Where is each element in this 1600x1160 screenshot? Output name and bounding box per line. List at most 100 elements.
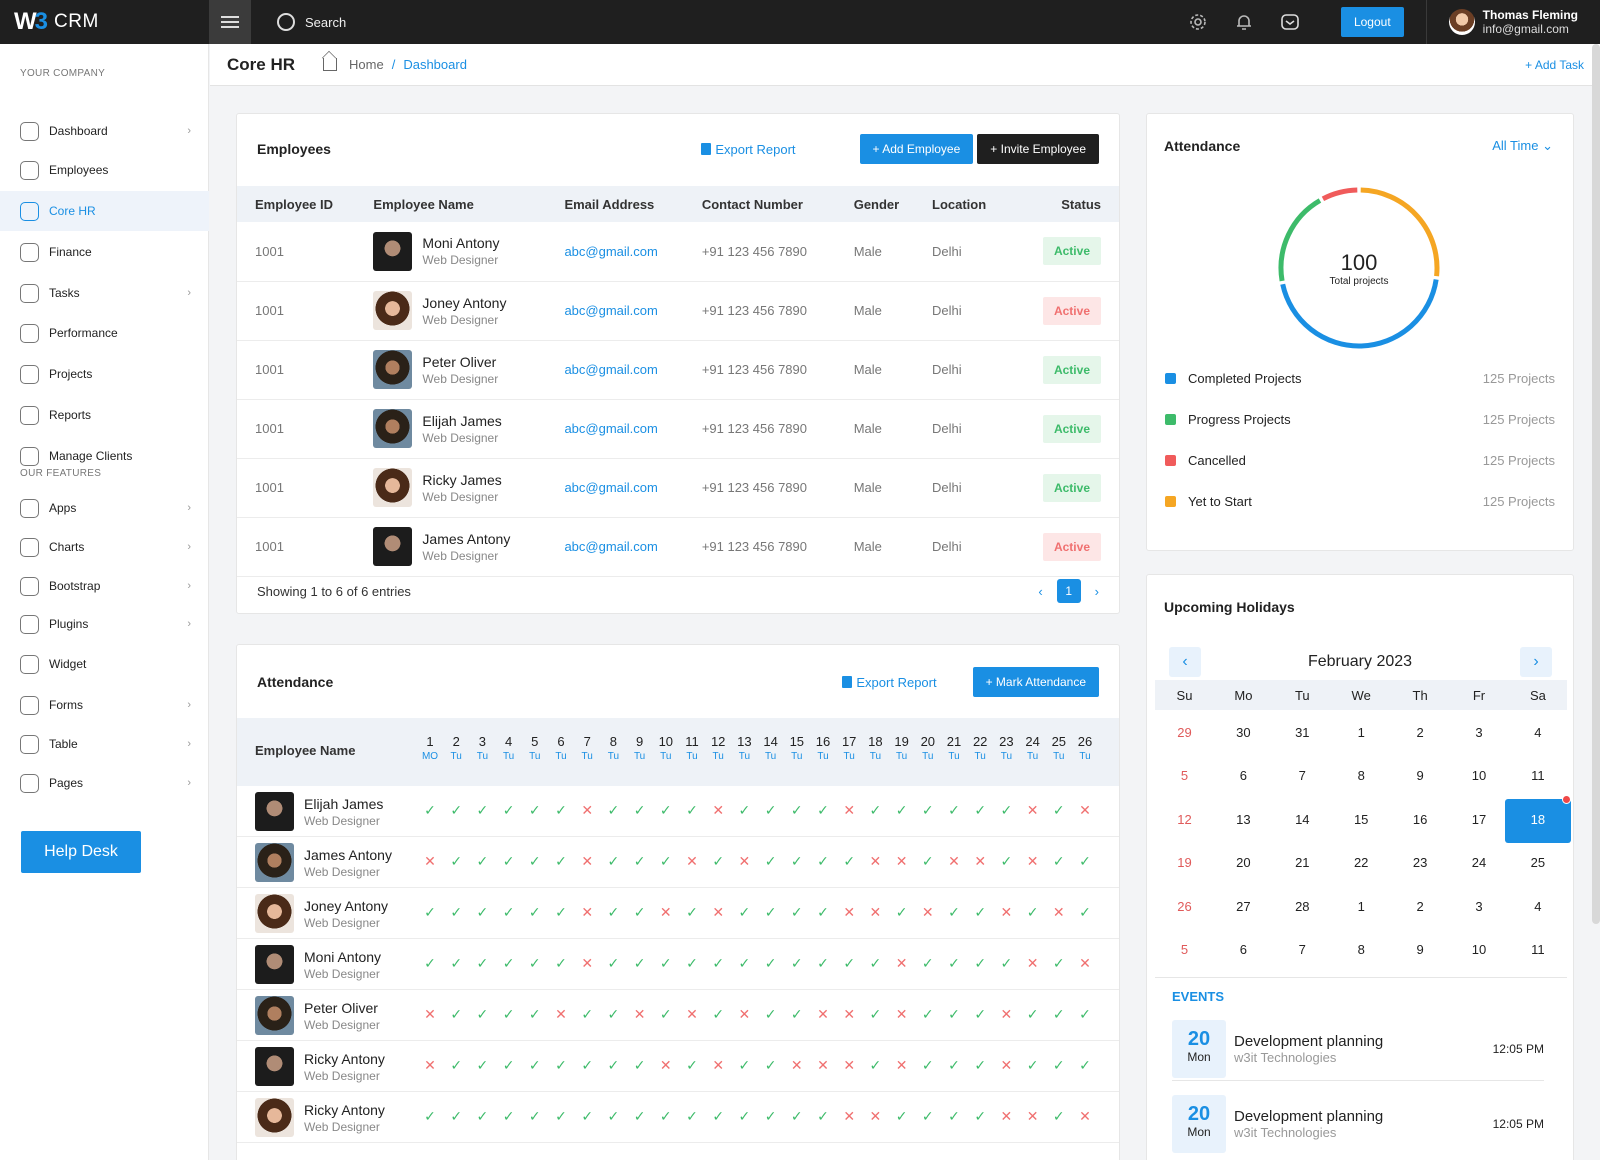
present-check-icon[interactable]: ✓ bbox=[600, 904, 626, 921]
sidebar-item-bootstrap[interactable]: Bootstrap › bbox=[0, 566, 209, 606]
present-check-icon[interactable]: ✓ bbox=[1020, 904, 1046, 921]
present-check-icon[interactable]: ✓ bbox=[627, 904, 653, 921]
logout-button[interactable]: Logout bbox=[1340, 7, 1404, 37]
present-check-icon[interactable]: ✓ bbox=[915, 853, 941, 870]
present-check-icon[interactable]: ✓ bbox=[862, 955, 888, 972]
present-check-icon[interactable]: ✓ bbox=[993, 853, 1019, 870]
present-check-icon[interactable]: ✓ bbox=[548, 802, 574, 819]
absent-cross-icon[interactable]: ✕ bbox=[1072, 802, 1098, 819]
calendar-day[interactable]: 9 bbox=[1391, 942, 1450, 957]
present-check-icon[interactable]: ✓ bbox=[1020, 1006, 1046, 1023]
calendar-day[interactable]: 8 bbox=[1332, 942, 1391, 957]
present-check-icon[interactable]: ✓ bbox=[784, 1006, 810, 1023]
absent-cross-icon[interactable]: ✕ bbox=[810, 1057, 836, 1074]
present-check-icon[interactable]: ✓ bbox=[522, 1057, 548, 1074]
present-check-icon[interactable]: ✓ bbox=[417, 955, 443, 972]
calendar-day[interactable]: 27 bbox=[1214, 899, 1273, 914]
present-check-icon[interactable]: ✓ bbox=[469, 1057, 495, 1074]
present-check-icon[interactable]: ✓ bbox=[679, 1057, 705, 1074]
present-check-icon[interactable]: ✓ bbox=[784, 1108, 810, 1125]
present-check-icon[interactable]: ✓ bbox=[496, 1057, 522, 1074]
present-check-icon[interactable]: ✓ bbox=[548, 1057, 574, 1074]
present-check-icon[interactable]: ✓ bbox=[1046, 1108, 1072, 1125]
absent-cross-icon[interactable]: ✕ bbox=[1020, 1108, 1046, 1125]
absent-cross-icon[interactable]: ✕ bbox=[941, 853, 967, 870]
present-check-icon[interactable]: ✓ bbox=[941, 1006, 967, 1023]
sidebar-item-employees[interactable]: Employees bbox=[0, 150, 209, 190]
export-report-link[interactable]: Export Report bbox=[701, 142, 796, 157]
help-desk-button[interactable]: Help Desk bbox=[21, 831, 141, 873]
mail-icon[interactable] bbox=[1279, 11, 1301, 33]
breadcrumb-current[interactable]: Dashboard bbox=[403, 57, 467, 72]
calendar-day[interactable]: 12 bbox=[1155, 812, 1214, 827]
employee-email-link[interactable]: abc@gmail.com bbox=[564, 539, 657, 554]
calendar-day[interactable]: 16 bbox=[1391, 812, 1450, 827]
table-row[interactable]: 1001 Peter Oliver Web Designer abc@gmail.co… bbox=[237, 340, 1119, 400]
calendar-day[interactable]: 30 bbox=[1214, 725, 1273, 740]
calendar-day[interactable]: 3 bbox=[1450, 899, 1509, 914]
calendar-day[interactable]: 7 bbox=[1273, 942, 1332, 957]
calendar-day[interactable]: 17 bbox=[1450, 812, 1509, 827]
present-check-icon[interactable]: ✓ bbox=[731, 955, 757, 972]
absent-cross-icon[interactable]: ✕ bbox=[653, 1057, 679, 1074]
present-check-icon[interactable]: ✓ bbox=[653, 1006, 679, 1023]
present-check-icon[interactable]: ✓ bbox=[496, 802, 522, 819]
present-check-icon[interactable]: ✓ bbox=[548, 904, 574, 921]
absent-cross-icon[interactable]: ✕ bbox=[993, 1057, 1019, 1074]
absent-cross-icon[interactable]: ✕ bbox=[1046, 904, 1072, 921]
absent-cross-icon[interactable]: ✕ bbox=[574, 955, 600, 972]
calendar-day[interactable]: 22 bbox=[1332, 855, 1391, 870]
present-check-icon[interactable]: ✓ bbox=[627, 1057, 653, 1074]
employee-email-link[interactable]: abc@gmail.com bbox=[564, 303, 657, 318]
present-check-icon[interactable]: ✓ bbox=[915, 1108, 941, 1125]
present-check-icon[interactable]: ✓ bbox=[653, 802, 679, 819]
table-row[interactable]: 1001 Moni Antony Web Designer abc@gmail.com… bbox=[237, 222, 1119, 282]
present-check-icon[interactable]: ✓ bbox=[600, 1006, 626, 1023]
absent-cross-icon[interactable]: ✕ bbox=[889, 1057, 915, 1074]
employee-email-link[interactable]: abc@gmail.com bbox=[564, 244, 657, 259]
present-check-icon[interactable]: ✓ bbox=[784, 802, 810, 819]
absent-cross-icon[interactable]: ✕ bbox=[862, 1108, 888, 1125]
present-check-icon[interactable]: ✓ bbox=[653, 853, 679, 870]
table-row[interactable]: 1001 Joney Antony Web Designer abc@gmail.co… bbox=[237, 281, 1119, 341]
present-check-icon[interactable]: ✓ bbox=[862, 1057, 888, 1074]
present-check-icon[interactable]: ✓ bbox=[496, 853, 522, 870]
absent-cross-icon[interactable]: ✕ bbox=[1020, 853, 1046, 870]
present-check-icon[interactable]: ✓ bbox=[862, 1006, 888, 1023]
absent-cross-icon[interactable]: ✕ bbox=[836, 1108, 862, 1125]
sidebar-item-projects[interactable]: Projects bbox=[0, 354, 209, 394]
employee-email-link[interactable]: abc@gmail.com bbox=[564, 480, 657, 495]
calendar-day[interactable]: 8 bbox=[1332, 768, 1391, 783]
calendar-day[interactable]: 6 bbox=[1214, 942, 1273, 957]
present-check-icon[interactable]: ✓ bbox=[810, 1108, 836, 1125]
present-check-icon[interactable]: ✓ bbox=[522, 802, 548, 819]
absent-cross-icon[interactable]: ✕ bbox=[705, 802, 731, 819]
sidebar-item-pages[interactable]: Pages › bbox=[0, 763, 209, 803]
present-check-icon[interactable]: ✓ bbox=[653, 955, 679, 972]
present-check-icon[interactable]: ✓ bbox=[469, 802, 495, 819]
present-check-icon[interactable]: ✓ bbox=[443, 1057, 469, 1074]
brand[interactable]: W3 CRM bbox=[0, 0, 209, 44]
present-check-icon[interactable]: ✓ bbox=[784, 904, 810, 921]
present-check-icon[interactable]: ✓ bbox=[862, 802, 888, 819]
present-check-icon[interactable]: ✓ bbox=[941, 955, 967, 972]
present-check-icon[interactable]: ✓ bbox=[496, 904, 522, 921]
present-check-icon[interactable]: ✓ bbox=[731, 802, 757, 819]
present-check-icon[interactable]: ✓ bbox=[967, 1057, 993, 1074]
absent-cross-icon[interactable]: ✕ bbox=[731, 1006, 757, 1023]
present-check-icon[interactable]: ✓ bbox=[496, 955, 522, 972]
present-check-icon[interactable]: ✓ bbox=[915, 802, 941, 819]
present-check-icon[interactable]: ✓ bbox=[548, 1108, 574, 1125]
present-check-icon[interactable]: ✓ bbox=[1072, 1057, 1098, 1074]
present-check-icon[interactable]: ✓ bbox=[758, 802, 784, 819]
present-check-icon[interactable]: ✓ bbox=[469, 853, 495, 870]
calendar-day[interactable]: 1 bbox=[1332, 725, 1391, 740]
present-check-icon[interactable]: ✓ bbox=[889, 802, 915, 819]
calendar-day[interactable]: 21 bbox=[1273, 855, 1332, 870]
present-check-icon[interactable]: ✓ bbox=[810, 904, 836, 921]
present-check-icon[interactable]: ✓ bbox=[679, 904, 705, 921]
calendar-day[interactable]: 5 bbox=[1155, 942, 1214, 957]
present-check-icon[interactable]: ✓ bbox=[731, 904, 757, 921]
sidebar-item-charts[interactable]: Charts › bbox=[0, 527, 209, 567]
present-check-icon[interactable]: ✓ bbox=[522, 904, 548, 921]
